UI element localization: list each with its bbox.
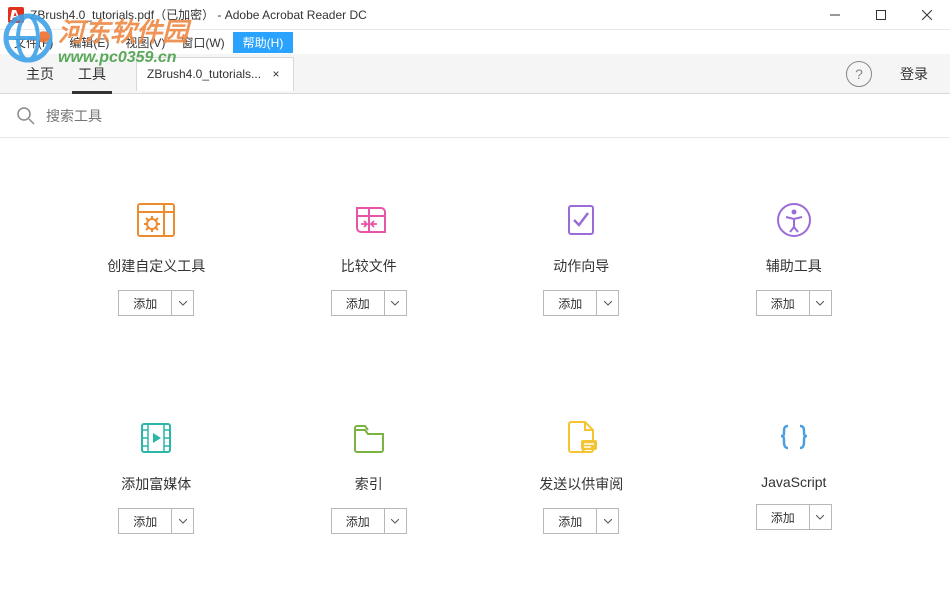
menu-help[interactable]: 帮助(H): [233, 32, 294, 53]
menubar: 文件(F) 编辑(E) 视图(V) 窗口(W) 帮助(H): [0, 30, 950, 54]
close-button[interactable]: [904, 0, 950, 30]
add-button[interactable]: 添加: [756, 504, 832, 530]
tabbar: 主页 工具 ZBrush4.0_tutorials... × ? 登录: [0, 54, 950, 94]
add-button[interactable]: 添加: [543, 508, 619, 534]
add-label: 添加: [119, 291, 171, 315]
folder-icon: [347, 416, 391, 460]
titlebar: ZBrush4.0_tutorials.pdf（已加密） - Adobe Acr…: [0, 0, 950, 30]
menu-file[interactable]: 文件(F): [6, 32, 61, 53]
tool-label: 比较文件: [341, 256, 397, 276]
tool-label: 添加富媒体: [121, 474, 191, 494]
chevron-down-icon[interactable]: [384, 509, 406, 533]
chevron-down-icon[interactable]: [171, 509, 193, 533]
chevron-down-icon[interactable]: [384, 291, 406, 315]
window-title: ZBrush4.0_tutorials.pdf（已加密） - Adobe Acr…: [30, 6, 367, 23]
tool-label: 发送以供审阅: [539, 474, 623, 494]
tool-compare: 比较文件 添加: [273, 198, 466, 316]
tool-label: JavaScript: [761, 474, 826, 490]
tab-tools[interactable]: 工具: [66, 54, 118, 94]
tool-send-review: 发送以供审阅 添加: [485, 416, 678, 534]
menu-view[interactable]: 视图(V): [117, 32, 173, 53]
add-label: 添加: [544, 509, 596, 533]
tab-home[interactable]: 主页: [14, 54, 66, 94]
tab-close-icon[interactable]: ×: [269, 67, 283, 81]
menu-window[interactable]: 窗口(W): [173, 32, 232, 53]
app-icon: [8, 7, 24, 23]
gear-icon: [134, 198, 178, 242]
add-button[interactable]: 添加: [331, 508, 407, 534]
menu-edit[interactable]: 编辑(E): [61, 32, 117, 53]
compare-icon: [347, 198, 391, 242]
tools-grid: 创建自定义工具 添加 比较文件 添加 动作向导 添加 辅助工具 添加 添加富媒体: [0, 138, 950, 534]
search-input[interactable]: [46, 108, 934, 124]
add-label: 添加: [332, 291, 384, 315]
add-label: 添加: [332, 509, 384, 533]
chevron-down-icon[interactable]: [596, 509, 618, 533]
tool-label: 创建自定义工具: [107, 256, 205, 276]
chevron-down-icon[interactable]: [596, 291, 618, 315]
add-label: 添加: [757, 505, 809, 529]
add-button[interactable]: 添加: [118, 290, 194, 316]
add-button[interactable]: 添加: [118, 508, 194, 534]
tool-create-custom: 创建自定义工具 添加: [60, 198, 253, 316]
searchbar: [0, 94, 950, 138]
minimize-button[interactable]: [812, 0, 858, 30]
document-comment-icon: [559, 416, 603, 460]
tool-label: 索引: [355, 474, 383, 494]
chevron-down-icon[interactable]: [809, 505, 831, 529]
tool-index: 索引 添加: [273, 416, 466, 534]
add-button[interactable]: 添加: [543, 290, 619, 316]
tool-rich-media: 添加富媒体 添加: [60, 416, 253, 534]
chevron-down-icon[interactable]: [809, 291, 831, 315]
search-icon: [16, 106, 36, 126]
film-icon: [134, 416, 178, 460]
tool-accessibility: 辅助工具 添加: [698, 198, 891, 316]
add-label: 添加: [544, 291, 596, 315]
add-label: 添加: [757, 291, 809, 315]
accessibility-icon: [772, 198, 816, 242]
tab-document-label: ZBrush4.0_tutorials...: [147, 67, 261, 81]
chevron-down-icon[interactable]: [171, 291, 193, 315]
tool-javascript: JavaScript 添加: [698, 416, 891, 534]
help-icon[interactable]: ?: [846, 61, 872, 87]
tool-label: 动作向导: [553, 256, 609, 276]
tool-action-wizard: 动作向导 添加: [485, 198, 678, 316]
add-label: 添加: [119, 509, 171, 533]
add-button[interactable]: 添加: [331, 290, 407, 316]
add-button[interactable]: 添加: [756, 290, 832, 316]
braces-icon: [772, 416, 816, 460]
signin-button[interactable]: 登录: [892, 64, 936, 84]
window-controls: [812, 0, 950, 29]
maximize-button[interactable]: [858, 0, 904, 30]
tool-label: 辅助工具: [766, 256, 822, 276]
checkmark-icon: [559, 198, 603, 242]
tab-document[interactable]: ZBrush4.0_tutorials... ×: [136, 57, 294, 91]
